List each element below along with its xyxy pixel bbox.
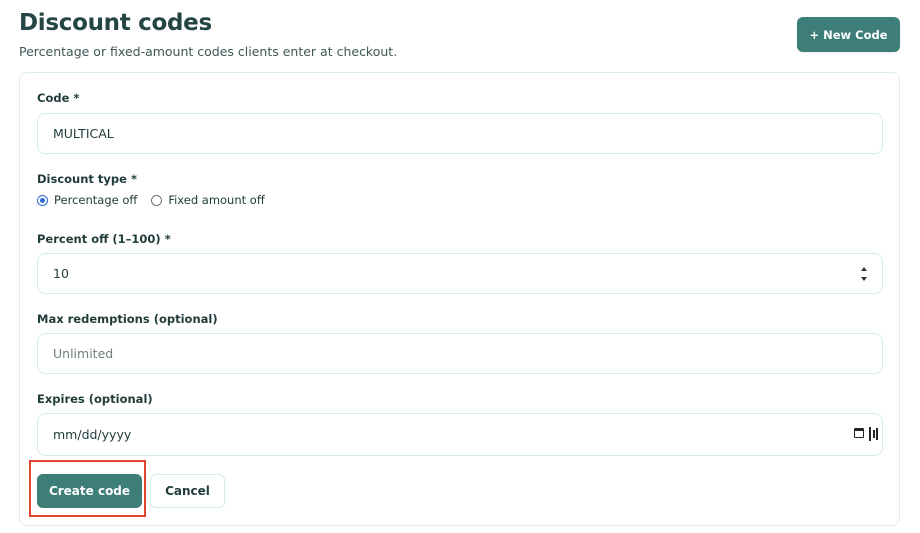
discount-type-radio-group: Percentage off Fixed amount off [37,193,279,207]
expires-date-input[interactable]: mm/dd/yyyy [37,413,883,456]
highlight-box [29,460,146,517]
max-redemptions-placeholder: Unlimited [53,346,114,361]
page-title: Discount codes [19,10,212,36]
expires-label: Expires (optional) [37,392,153,406]
percent-off-input[interactable]: 10 [37,253,883,294]
radio-percentage-label: Percentage off [54,193,138,207]
max-redemptions-label: Max redemptions (optional) [37,312,218,326]
radio-fixed-label: Fixed amount off [168,193,265,207]
radio-option-percentage[interactable]: Percentage off [37,193,137,207]
calendar-icon[interactable] [854,428,864,438]
code-input-value: MULTICAL [53,126,114,141]
radio-option-fixed[interactable]: Fixed amount off [151,193,265,207]
code-input[interactable]: MULTICAL [37,113,883,154]
percent-off-label: Percent off (1–100) * [37,232,171,246]
radio-percentage[interactable] [37,194,48,206]
new-code-button[interactable]: + New Code [797,17,900,52]
radio-fixed[interactable] [151,194,163,206]
code-label: Code * [37,91,80,105]
page-subtitle: Percentage or fixed-amount codes clients… [19,44,398,59]
percent-off-value: 10 [53,266,69,281]
discount-code-form: Code * MULTICAL Discount type * Percenta… [19,72,900,526]
expires-placeholder: mm/dd/yyyy [53,427,132,442]
cancel-button[interactable]: Cancel [150,474,225,508]
date-picker-toggle-icon[interactable] [869,427,878,441]
number-stepper-icon[interactable] [860,267,868,281]
max-redemptions-input[interactable]: Unlimited [37,333,883,374]
discount-type-label: Discount type * [37,172,137,186]
